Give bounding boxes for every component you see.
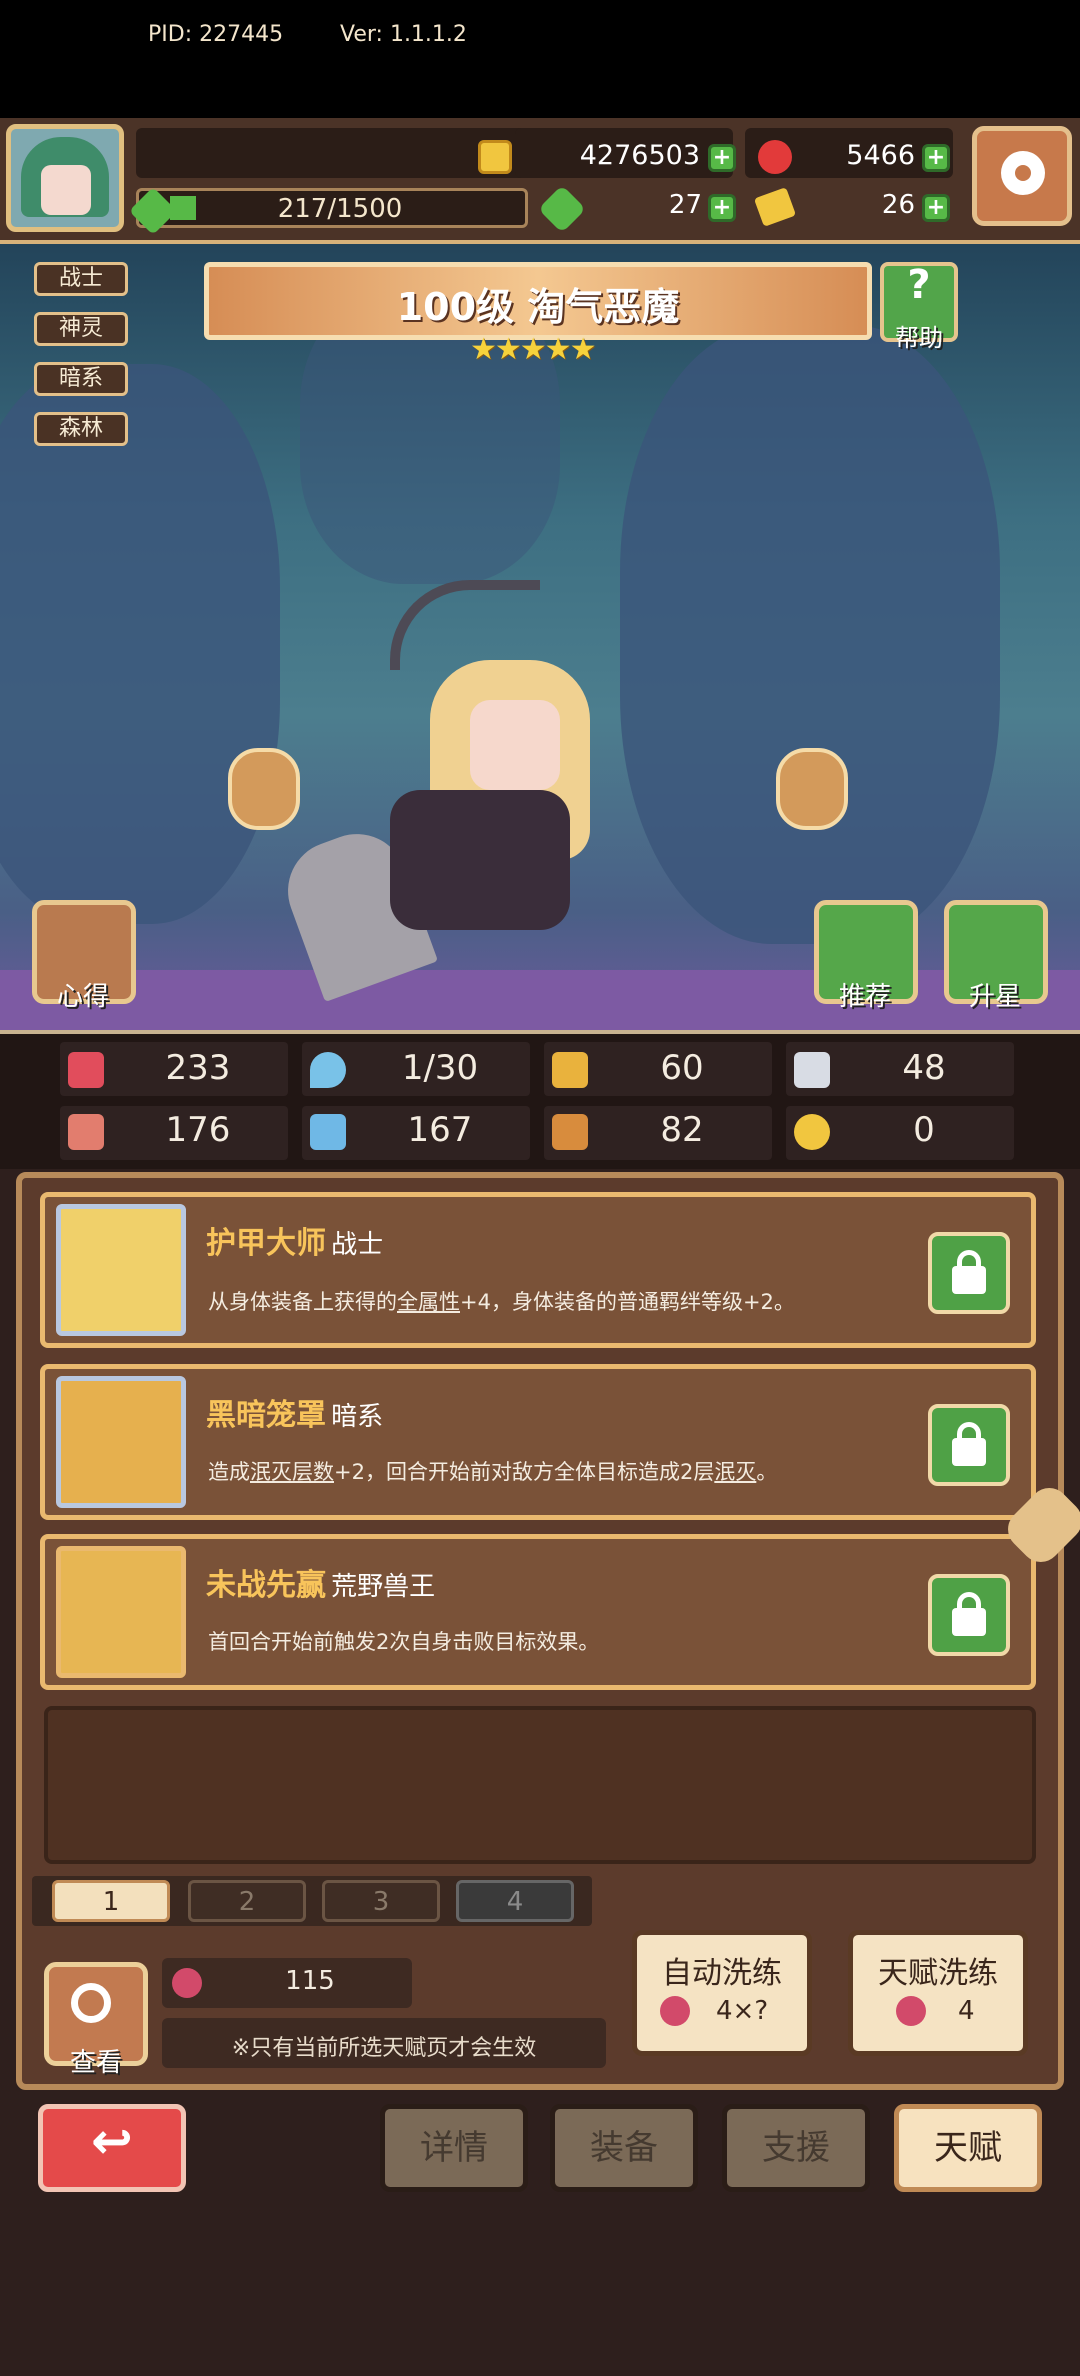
horseshoe-icon <box>794 1114 830 1150</box>
fist-icon <box>68 1114 104 1150</box>
help-label: 帮助 <box>895 324 943 352</box>
magnifier-icon <box>71 1983 111 2023</box>
hero-stars: ★★★★★ <box>470 332 596 367</box>
tag-deity[interactable]: 神灵 <box>34 312 128 346</box>
talent-card-2[interactable] <box>40 1364 1036 1520</box>
stat-speed-value: 48 <box>902 1048 946 1088</box>
empty-talent-slot[interactable] <box>44 1706 1036 1864</box>
stat-crit-value: 82 <box>660 1110 704 1150</box>
stat-mana-value: 1/30 <box>401 1048 479 1088</box>
gem-icon <box>758 140 792 174</box>
tag-warrior[interactable]: 战士 <box>34 262 128 296</box>
page-tab-2[interactable]: 2 <box>188 1880 306 1922</box>
settings-button[interactable] <box>972 126 1072 226</box>
heart-icon <box>68 1052 104 1088</box>
talent-1-desc: 从身体装备上获得的全属性+4，身体装备的普通羁绊等级+2。 <box>208 1290 795 1314</box>
pid-panel <box>136 128 528 178</box>
add-clover-button[interactable]: + <box>708 194 736 222</box>
version-label: Ver: 1.1.1.2 <box>340 22 467 47</box>
star-icon <box>56 1546 186 1678</box>
view-label: 查看 <box>69 2048 122 2078</box>
star-up-label: 升星 <box>968 982 1021 1012</box>
page-tab-3[interactable]: 3 <box>322 1880 440 1922</box>
talent-card-3[interactable] <box>40 1534 1036 1690</box>
stat-defense-value: 60 <box>660 1048 704 1088</box>
talent-page-note: ※只有当前所选天赋页才会生效 <box>231 2036 537 2061</box>
prev-hero-button[interactable] <box>228 748 300 830</box>
stat-magic-value: 167 <box>407 1110 473 1150</box>
talent-3-header: 未战先赢 荒野兽王 <box>206 1560 435 1604</box>
tag-dark[interactable]: 暗系 <box>34 362 128 396</box>
gold-amount: 4276503 <box>579 140 700 171</box>
fruit-icon <box>172 1968 202 1998</box>
water-drop-icon <box>310 1052 346 1088</box>
talent-3-name: 未战先赢 <box>206 1568 326 1603</box>
status-bar-black <box>0 0 1080 118</box>
fruit-icon <box>660 1996 690 2026</box>
player-avatar[interactable] <box>6 124 124 232</box>
add-gold-button[interactable]: + <box>708 144 736 172</box>
add-gem-button[interactable]: + <box>922 144 950 172</box>
nav-equip[interactable]: 装备 <box>550 2104 698 2192</box>
talent-2-header: 黑暗笼罩 暗系 <box>206 1390 383 1434</box>
talent-1-lock-button[interactable] <box>928 1232 1010 1314</box>
auto-wash-label: 自动洗练 <box>662 1956 782 1991</box>
armor-master-icon <box>56 1204 186 1336</box>
gear-icon <box>1001 151 1045 195</box>
nav-support[interactable]: 支援 <box>722 2104 870 2192</box>
talent-2-tag: 暗系 <box>331 1402 384 1432</box>
back-arrow-icon: ↩ <box>91 2112 133 2170</box>
fruit-icon <box>896 1996 926 2026</box>
next-hero-button[interactable] <box>776 748 848 830</box>
hero-title: 100级 淘气恶魔 <box>396 285 680 329</box>
gold-coin-icon <box>478 140 512 174</box>
talent-2-lock-button[interactable] <box>928 1404 1010 1486</box>
talent-1-header: 护甲大师 战士 <box>206 1218 383 1262</box>
stat-attack-value: 176 <box>165 1110 231 1150</box>
recommend-label: 推荐 <box>838 982 891 1012</box>
talent-3-lock-button[interactable] <box>928 1574 1010 1656</box>
ticket-amount: 26 <box>881 190 915 220</box>
clover-amount: 27 <box>668 190 702 220</box>
keyword-link[interactable]: 泯灭层数 <box>250 1460 334 1484</box>
talent-3-desc: 首回合开始前触发2次自身击败目标效果。 <box>208 1630 600 1654</box>
nav-talent[interactable]: 天赋 <box>894 2104 1042 2192</box>
keyword-link[interactable]: 全属性 <box>397 1290 460 1314</box>
talent-card-1[interactable] <box>40 1192 1036 1348</box>
page-tab-1[interactable]: 1 <box>52 1880 170 1922</box>
talent-2-name: 黑暗笼罩 <box>206 1398 326 1433</box>
help-icon: ? <box>907 262 931 308</box>
add-ticket-button[interactable]: + <box>922 194 950 222</box>
moon-icon <box>56 1376 186 1508</box>
player-id: PID: 227445 <box>148 22 284 47</box>
book-icon <box>310 1114 346 1150</box>
xinde-label: 心得 <box>56 982 109 1012</box>
stat-hp-value: 233 <box>165 1048 231 1088</box>
talent-wash-label: 天赋洗练 <box>878 1956 998 1991</box>
talent-wash-cost: 4 <box>958 1996 975 2026</box>
shield-icon <box>552 1052 588 1088</box>
tag-forest[interactable]: 森林 <box>34 412 128 446</box>
talent-1-name: 护甲大师 <box>206 1226 326 1261</box>
exp-text: 217/1500 <box>277 194 403 224</box>
page-tab-4[interactable]: 4 <box>456 1880 574 1922</box>
fruit-count: 115 <box>285 1966 335 1996</box>
auto-wash-cost: 4×? <box>716 1996 769 2026</box>
talent-3-tag: 荒野兽王 <box>331 1572 436 1602</box>
keyword-link-2[interactable]: 泯灭 <box>714 1460 756 1484</box>
nav-details[interactable]: 详情 <box>380 2104 528 2192</box>
hero-character[interactable] <box>330 580 660 980</box>
gem-amount: 5466 <box>846 140 915 171</box>
scroll-icon <box>552 1114 588 1150</box>
stat-dodge-value: 0 <box>913 1110 935 1150</box>
talent-2-desc: 造成泯灭层数+2，回合开始前对敌方全体目标造成2层泯灭。 <box>208 1460 778 1484</box>
talent-1-tag: 战士 <box>331 1230 384 1260</box>
wing-icon <box>794 1052 830 1088</box>
